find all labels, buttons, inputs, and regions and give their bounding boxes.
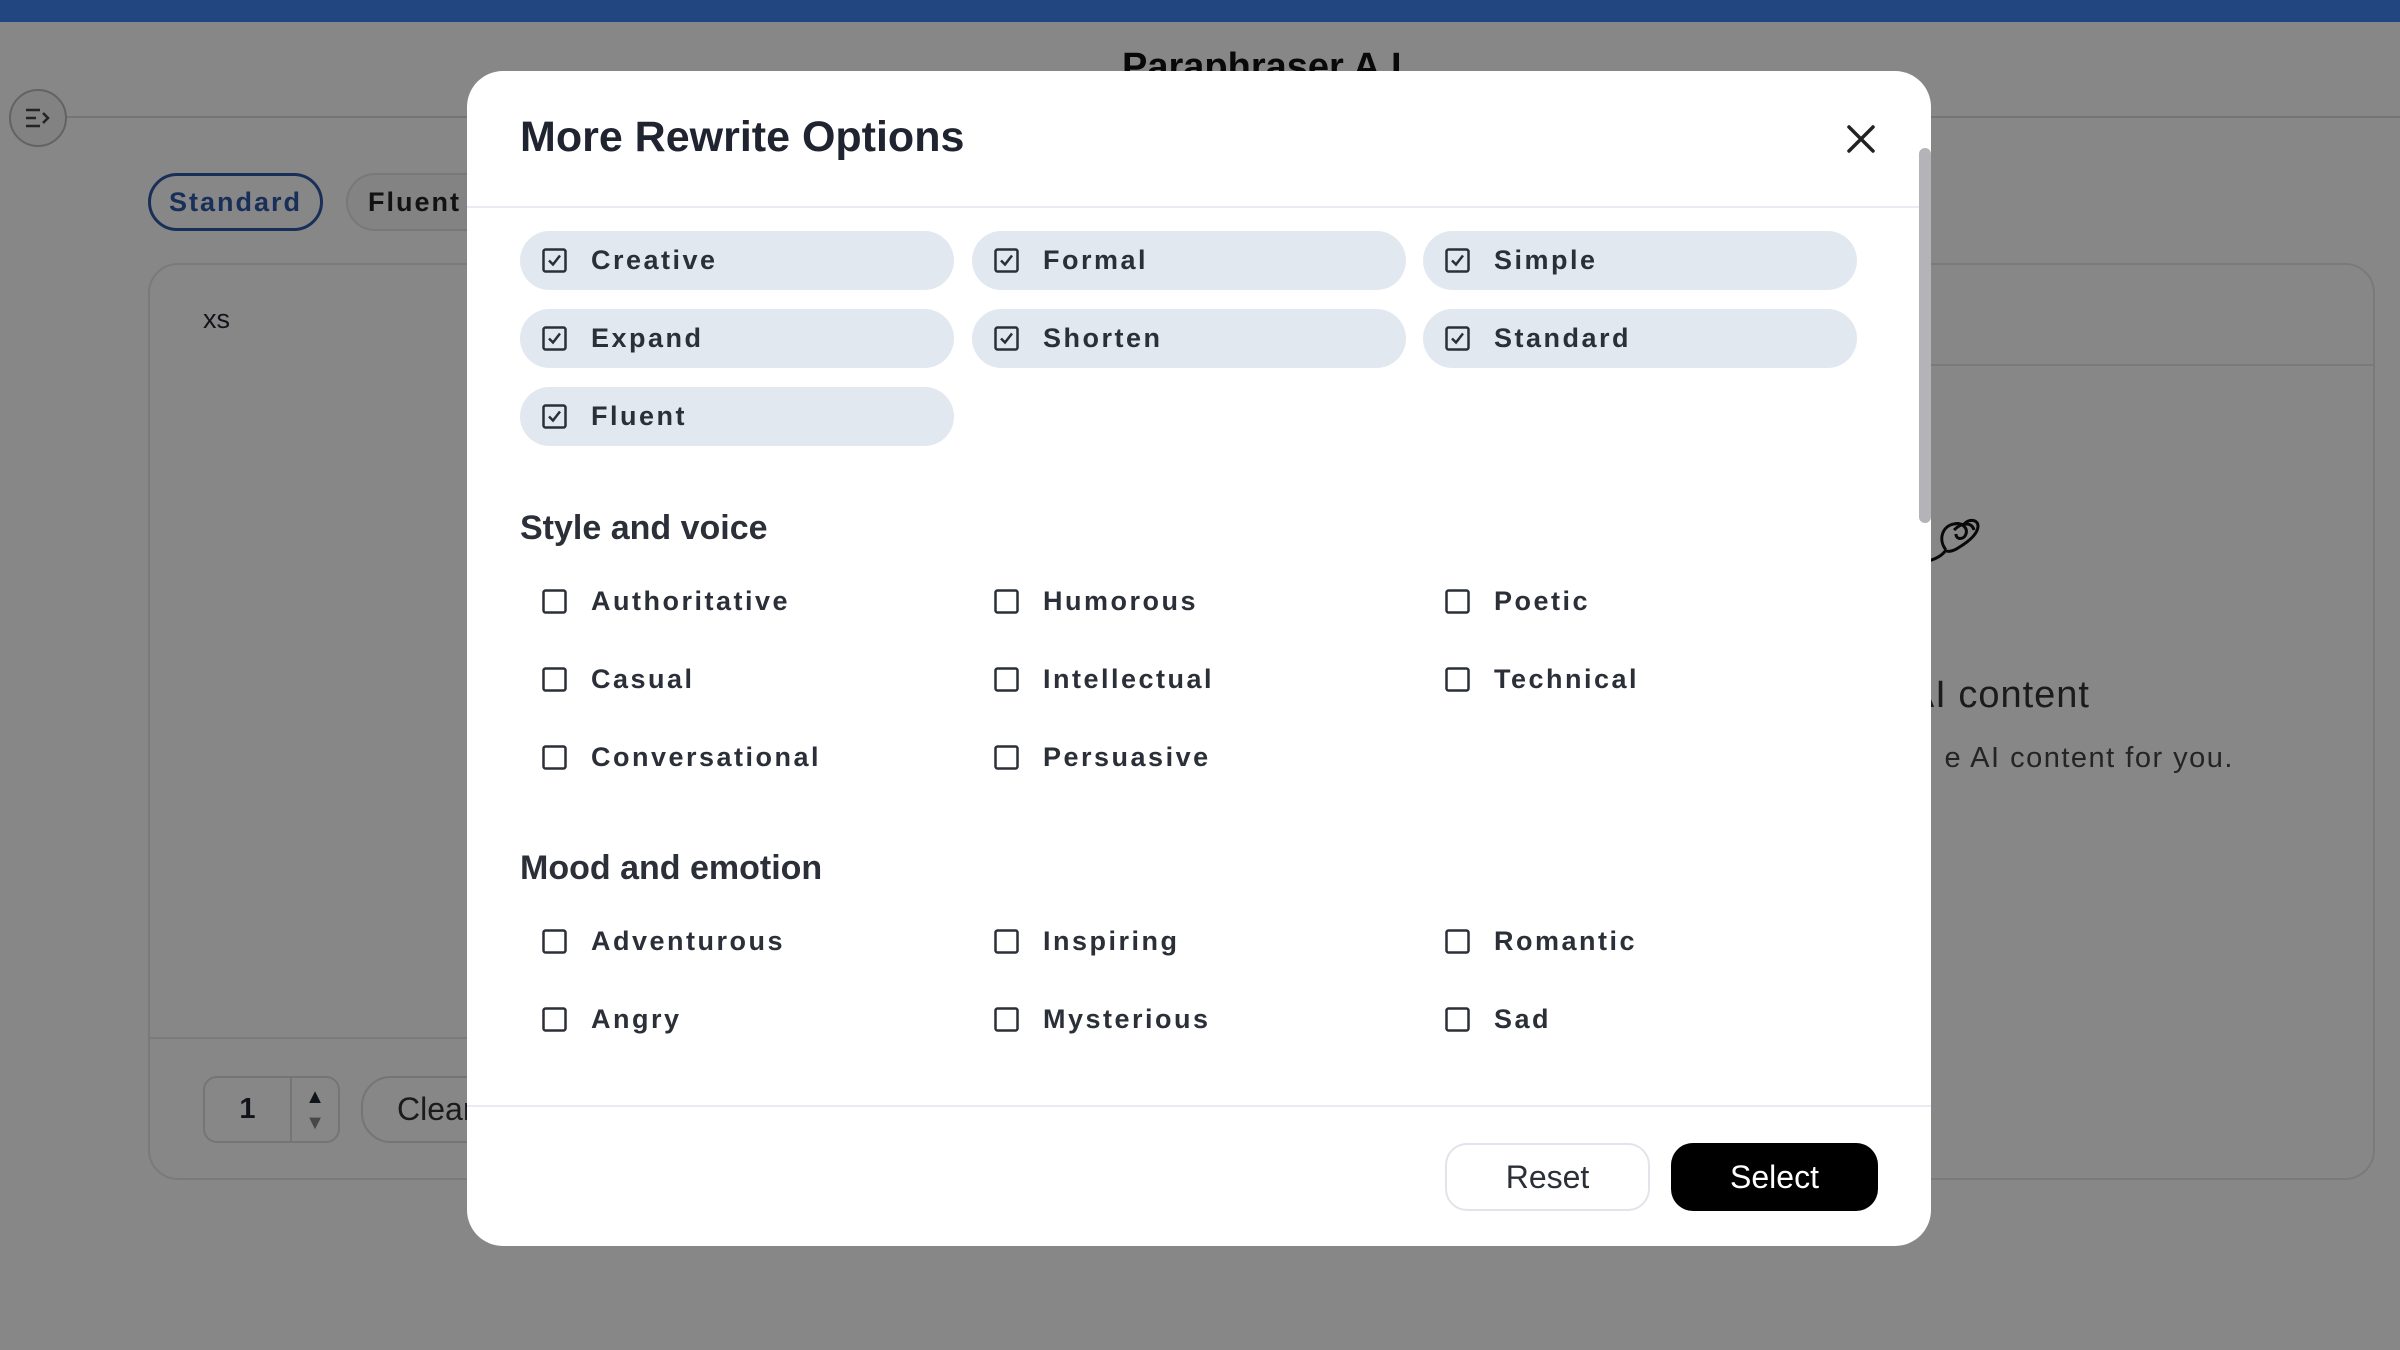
- option-romantic[interactable]: Romantic: [1423, 912, 1857, 971]
- checkbox-icon[interactable]: [994, 745, 1019, 770]
- checkbox-icon[interactable]: [994, 929, 1019, 954]
- checkbox-icon[interactable]: [1445, 1007, 1470, 1032]
- checkbox-checked-icon[interactable]: [994, 248, 1019, 273]
- checkbox-icon[interactable]: [542, 667, 567, 692]
- modal-title: More Rewrite Options: [520, 113, 965, 161]
- top-bar: [0, 0, 2400, 22]
- modal-footer-divider: [467, 1105, 1931, 1107]
- modal-body: CommonCreativeFormalSimpleExpandShortenS…: [467, 208, 1931, 1105]
- option-conversational[interactable]: Conversational: [520, 728, 954, 787]
- checkbox-checked-icon[interactable]: [1445, 326, 1470, 351]
- option-label: Inspiring: [1043, 926, 1180, 956]
- option-technical[interactable]: Technical: [1423, 650, 1857, 709]
- checkbox-checked-icon[interactable]: [1445, 248, 1470, 273]
- option-label: Poetic: [1494, 586, 1591, 616]
- checkbox-icon[interactable]: [994, 1007, 1019, 1032]
- checkbox-icon[interactable]: [542, 929, 567, 954]
- option-label: Persuasive: [1043, 742, 1211, 772]
- section-heading: Style and voice: [520, 509, 768, 547]
- option-inspiring[interactable]: Inspiring: [972, 912, 1406, 971]
- checkbox-icon[interactable]: [542, 1007, 567, 1032]
- option-standard[interactable]: Standard: [1423, 309, 1857, 368]
- checkbox-checked-icon[interactable]: [994, 326, 1019, 351]
- option-label: Conversational: [591, 742, 822, 772]
- option-label: Humorous: [1043, 586, 1198, 616]
- option-label: Expand: [591, 323, 704, 353]
- checkbox-icon[interactable]: [542, 745, 567, 770]
- option-label: Simple: [1494, 245, 1598, 275]
- option-fluent[interactable]: Fluent: [520, 387, 954, 446]
- checkbox-checked-icon[interactable]: [542, 248, 567, 273]
- option-simple[interactable]: Simple: [1423, 231, 1857, 290]
- option-label: Sad: [1494, 1004, 1552, 1034]
- option-humorous[interactable]: Humorous: [972, 572, 1406, 631]
- option-sad[interactable]: Sad: [1423, 990, 1857, 1049]
- option-label: Adventurous: [591, 926, 786, 956]
- checkbox-icon[interactable]: [1445, 589, 1470, 614]
- rewrite-options-modal: More Rewrite Options CommonCreativeForma…: [467, 71, 1931, 1246]
- checkbox-icon[interactable]: [994, 589, 1019, 614]
- option-label: Formal: [1043, 245, 1149, 275]
- checkbox-checked-icon[interactable]: [542, 404, 567, 429]
- reset-button[interactable]: Reset: [1445, 1143, 1650, 1211]
- modal-scrollbar[interactable]: [1919, 148, 1931, 523]
- option-persuasive[interactable]: Persuasive: [972, 728, 1406, 787]
- option-angry[interactable]: Angry: [520, 990, 954, 1049]
- option-poetic[interactable]: Poetic: [1423, 572, 1857, 631]
- option-shorten[interactable]: Shorten: [972, 309, 1406, 368]
- option-adventurous[interactable]: Adventurous: [520, 912, 954, 971]
- option-label: Intellectual: [1043, 664, 1215, 694]
- section-heading: Mood and emotion: [520, 849, 823, 887]
- option-mysterious[interactable]: Mysterious: [972, 990, 1406, 1049]
- option-label: Standard: [1494, 323, 1632, 353]
- option-label: Romantic: [1494, 926, 1638, 956]
- option-authoritative[interactable]: Authoritative: [520, 572, 954, 631]
- option-label: Mysterious: [1043, 1004, 1211, 1034]
- option-expand[interactable]: Expand: [520, 309, 954, 368]
- option-label: Shorten: [1043, 323, 1163, 353]
- option-label: Technical: [1494, 664, 1640, 694]
- option-creative[interactable]: Creative: [520, 231, 954, 290]
- option-label: Fluent: [591, 401, 687, 431]
- checkbox-icon[interactable]: [1445, 929, 1470, 954]
- option-label: Authoritative: [591, 586, 791, 616]
- option-label: Creative: [591, 245, 718, 275]
- checkbox-checked-icon[interactable]: [542, 326, 567, 351]
- checkbox-icon[interactable]: [994, 667, 1019, 692]
- option-formal[interactable]: Formal: [972, 231, 1406, 290]
- checkbox-icon[interactable]: [542, 589, 567, 614]
- option-casual[interactable]: Casual: [520, 650, 954, 709]
- option-label: Casual: [591, 664, 695, 694]
- option-intellectual[interactable]: Intellectual: [972, 650, 1406, 709]
- close-icon[interactable]: [1841, 119, 1881, 159]
- select-button[interactable]: Select: [1671, 1143, 1878, 1211]
- option-label: Angry: [591, 1004, 682, 1034]
- checkbox-icon[interactable]: [1445, 667, 1470, 692]
